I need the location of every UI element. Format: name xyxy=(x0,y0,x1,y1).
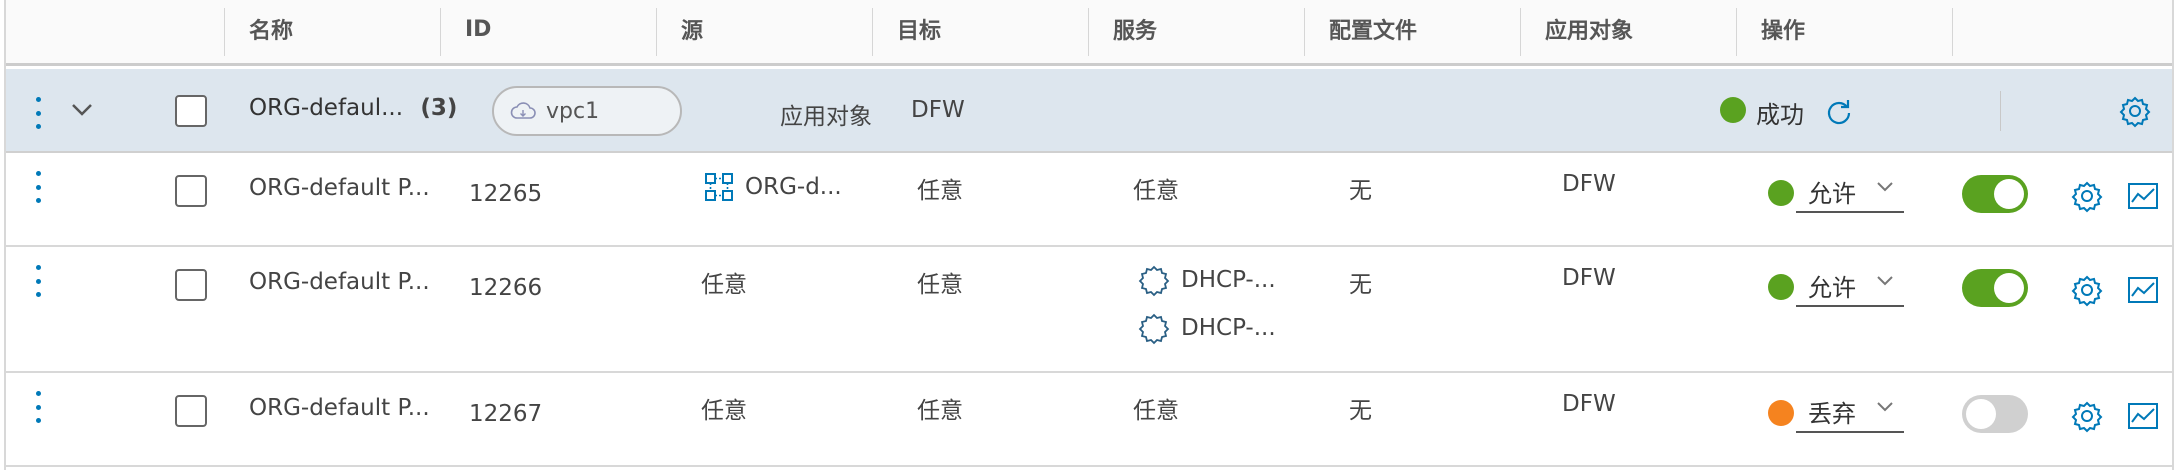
column-header-action[interactable]: 操作 xyxy=(1761,0,1805,58)
rule-service-item[interactable]: DHCP-... xyxy=(1137,263,1276,297)
rule-settings-gear-icon[interactable] xyxy=(2070,273,2104,307)
rule-action-value: 丢弃 xyxy=(1808,399,1856,428)
rule-destination: 任意 xyxy=(917,178,963,204)
rule-source-text: ORG-d... xyxy=(745,174,842,200)
group-icon xyxy=(705,173,733,201)
policy-name: ORG-defaul... (3) xyxy=(249,95,457,121)
rule-kebab-menu-icon[interactable] xyxy=(35,391,41,423)
rule-id: 12267 xyxy=(469,401,543,427)
rule-source[interactable]: ORG-d... xyxy=(703,171,842,203)
policy-select-checkbox[interactable] xyxy=(175,95,207,127)
chevron-down-icon xyxy=(1877,182,1893,192)
rule-action-select[interactable]: 丢弃 xyxy=(1796,391,1904,433)
chevron-down-icon xyxy=(1877,276,1893,286)
rule-select-checkbox[interactable] xyxy=(175,269,207,301)
rule-name: ORG-default P... xyxy=(249,175,430,201)
policy-rule-count: (3) xyxy=(420,95,458,121)
rule-enable-toggle[interactable] xyxy=(1962,269,2028,307)
rule-action-value: 允许 xyxy=(1808,179,1856,208)
rule-select-checkbox[interactable] xyxy=(175,175,207,207)
column-header-destination[interactable]: 目标 xyxy=(897,0,941,58)
rule-destination: 任意 xyxy=(917,272,963,298)
policy-settings-gear-icon[interactable] xyxy=(2118,94,2152,128)
rule-id: 12266 xyxy=(469,275,543,301)
column-header-id[interactable]: ID xyxy=(465,0,491,58)
rule-service: 任意 xyxy=(1133,178,1179,204)
rule-id: 12265 xyxy=(469,181,543,207)
rule-applied-to: DFW xyxy=(1562,391,1616,417)
rule-profile: 无 xyxy=(1349,398,1372,424)
column-header-name[interactable]: 名称 xyxy=(249,0,293,58)
policy-applied-to-value: DFW xyxy=(911,97,965,123)
rule-action-select[interactable]: 允许 xyxy=(1796,171,1904,213)
policy-applied-to-label: 应用对象 xyxy=(780,104,872,130)
chevron-down-icon xyxy=(1877,402,1893,412)
service-gear-icon xyxy=(1138,313,1170,345)
vpc-tag[interactable]: vpc1 xyxy=(492,86,682,136)
policy-kebab-menu-icon[interactable] xyxy=(35,97,41,129)
firewall-rules-table: 名称 ID 源 目标 服务 配置文件 应用对象 操作 ORG-defaul...… xyxy=(4,0,2174,470)
rule-row[interactable]: ORG-default P... 12265 ORG-d... 任意 任意 无 … xyxy=(6,153,2172,247)
rule-kebab-menu-icon[interactable] xyxy=(35,265,41,297)
status-success-dot xyxy=(1720,97,1746,123)
rule-service-text: DHCP-... xyxy=(1181,315,1276,341)
action-allow-dot xyxy=(1768,180,1794,206)
rule-name: ORG-default P... xyxy=(249,395,430,421)
chevron-down-icon[interactable] xyxy=(70,102,94,118)
rule-stats-chart-icon[interactable] xyxy=(2126,179,2160,213)
column-header-services[interactable]: 服务 xyxy=(1113,0,1157,58)
rule-service-text: DHCP-... xyxy=(1181,267,1276,293)
policy-name-text: ORG-defaul... xyxy=(249,95,404,121)
rule-source: 任意 xyxy=(701,398,747,424)
table-header: 名称 ID 源 目标 服务 配置文件 应用对象 操作 xyxy=(6,0,2172,66)
column-header-source[interactable]: 源 xyxy=(681,0,703,58)
rule-select-checkbox[interactable] xyxy=(175,395,207,427)
rule-profile: 无 xyxy=(1349,178,1372,204)
rule-enable-toggle[interactable] xyxy=(1962,395,2028,433)
rule-row[interactable]: ORG-default P... 12266 任意 任意 DHCP-... DH… xyxy=(6,247,2172,373)
rule-settings-gear-icon[interactable] xyxy=(2070,399,2104,433)
rule-destination: 任意 xyxy=(917,398,963,424)
service-gear-icon xyxy=(1138,265,1170,297)
rule-service-item[interactable]: DHCP-... xyxy=(1137,311,1276,345)
rule-applied-to: DFW xyxy=(1562,171,1616,197)
rule-kebab-menu-icon[interactable] xyxy=(35,171,41,203)
column-header-profiles[interactable]: 配置文件 xyxy=(1329,0,1417,58)
rule-service: 任意 xyxy=(1133,398,1179,424)
action-allow-dot xyxy=(1768,274,1794,300)
column-header-applied-to[interactable]: 应用对象 xyxy=(1545,0,1633,58)
refresh-icon[interactable] xyxy=(1824,96,1854,126)
rule-profile: 无 xyxy=(1349,272,1372,298)
rule-action-value: 允许 xyxy=(1808,273,1856,302)
rule-row[interactable]: ORG-default P... 12267 任意 任意 任意 无 DFW 丢弃 xyxy=(6,373,2172,467)
action-drop-dot xyxy=(1768,400,1794,426)
rule-settings-gear-icon[interactable] xyxy=(2070,179,2104,213)
vpc-tag-label: vpc1 xyxy=(546,98,600,124)
policy-status-text: 成功 xyxy=(1756,101,1804,129)
rule-source: 任意 xyxy=(701,272,747,298)
rule-enable-toggle[interactable] xyxy=(1962,175,2028,213)
rule-stats-chart-icon[interactable] xyxy=(2126,273,2160,307)
rule-action-select[interactable]: 允许 xyxy=(1796,265,1904,307)
rule-stats-chart-icon[interactable] xyxy=(2126,399,2160,433)
policy-group-row[interactable]: ORG-defaul... (3) vpc1 应用对象 DFW 成功 xyxy=(6,69,2172,153)
rule-applied-to: DFW xyxy=(1562,265,1616,291)
rule-name: ORG-default P... xyxy=(249,269,430,295)
cloud-icon xyxy=(510,102,536,119)
